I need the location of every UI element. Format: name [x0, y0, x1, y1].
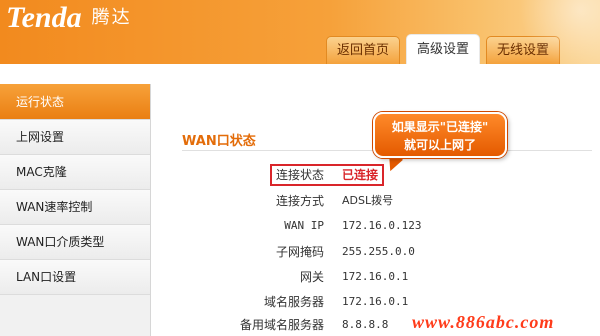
callout-bubble: 如果显示"已连接" 就可以上网了 — [373, 112, 507, 158]
row-value-wan-ip: 172.16.0.123 — [342, 219, 422, 232]
logo-text: Tenda — [6, 1, 82, 34]
section-title: WAN口状态 — [182, 134, 256, 149]
sidebar-item-wan-medium-type[interactable]: WAN口介质类型 — [0, 225, 150, 260]
row-label-connection-type: 连接方式 — [275, 194, 324, 208]
logo-cn-text: 腾达 — [91, 7, 132, 28]
row-value-connection-type: ADSL拨号 — [342, 194, 394, 207]
row-value-dns-server: 172.16.0.1 — [342, 295, 409, 308]
row-value-gateway: 172.16.0.1 — [342, 270, 409, 283]
connection-status-value: 已连接 — [342, 168, 379, 182]
row-label-wan-ip: WAN IP — [284, 219, 324, 232]
site-watermark: www.886abc.com — [412, 312, 555, 332]
row-value-connection-status: 已连接 — [342, 164, 378, 186]
top-tabs: 返回首页 高级设置 无线设置 — [326, 34, 566, 64]
sidebar-item-internet-settings[interactable]: 上网设置 — [0, 120, 150, 155]
sidebar-item-wan-rate-control[interactable]: WAN速率控制 — [0, 190, 150, 225]
row-label-dns-server: 域名服务器 — [263, 295, 324, 309]
callout-line-1: 如果显示"已连接" — [391, 120, 489, 134]
header-bar: Tenda 腾达 返回首页 高级设置 无线设置 — [0, 0, 600, 64]
row-value-subnet-mask: 255.255.0.0 — [342, 245, 415, 258]
callout-line-2: 就可以上网了 — [403, 138, 476, 152]
brand-logo: Tenda 腾达 — [6, 2, 132, 34]
row-label-subnet-mask: 子网掩码 — [275, 245, 324, 259]
row-value-backup-dns-server: 8.8.8.8 — [342, 318, 389, 331]
row-label-connection-status: 连接状态 — [275, 168, 324, 182]
tab-advanced-settings[interactable]: 高级设置 — [406, 34, 481, 64]
sidebar: 运行状态 上网设置 MAC克隆 WAN速率控制 WAN口介质类型 LAN口设置 — [0, 84, 151, 336]
row-label-backup-dns-server: 备用域名服务器 — [239, 318, 324, 332]
tab-wireless-settings[interactable]: 无线设置 — [486, 36, 561, 64]
row-label-gateway: 网关 — [299, 270, 324, 284]
sidebar-item-run-status[interactable]: 运行状态 — [0, 84, 150, 120]
tab-home[interactable]: 返回首页 — [326, 36, 401, 64]
sidebar-item-mac-clone[interactable]: MAC克隆 — [0, 155, 150, 190]
sidebar-item-lan-settings[interactable]: LAN口设置 — [0, 260, 150, 295]
